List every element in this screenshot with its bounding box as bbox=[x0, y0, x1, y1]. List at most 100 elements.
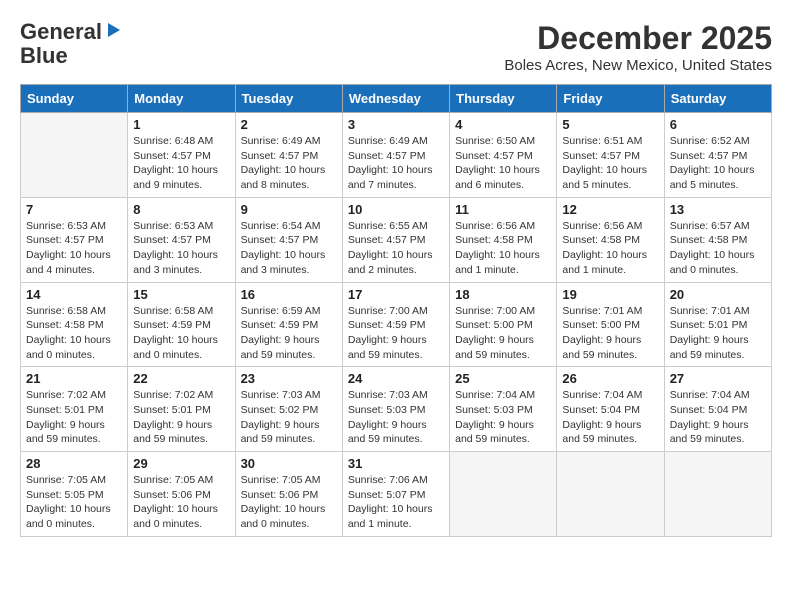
calendar-cell: 27 Sunrise: 7:04 AM Sunset: 5:04 PM Dayli… bbox=[664, 367, 771, 452]
calendar-week-5: 28 Sunrise: 7:05 AM Sunset: 5:05 PM Dayli… bbox=[21, 452, 772, 537]
calendar-header-thursday: Thursday bbox=[450, 85, 557, 113]
day-number: 4 bbox=[455, 117, 551, 132]
month-title: December 2025 bbox=[504, 20, 772, 57]
day-number: 19 bbox=[562, 287, 658, 302]
day-number: 2 bbox=[241, 117, 337, 132]
day-number: 30 bbox=[241, 456, 337, 471]
calendar-cell: 12 Sunrise: 6:56 AM Sunset: 4:58 PM Dayli… bbox=[557, 197, 664, 282]
calendar-header-monday: Monday bbox=[128, 85, 235, 113]
logo-blue: Blue bbox=[20, 43, 68, 68]
day-number: 16 bbox=[241, 287, 337, 302]
calendar-cell: 16 Sunrise: 6:59 AM Sunset: 4:59 PM Dayli… bbox=[235, 282, 342, 367]
day-number: 15 bbox=[133, 287, 229, 302]
calendar-week-2: 7 Sunrise: 6:53 AM Sunset: 4:57 PM Daylig… bbox=[21, 197, 772, 282]
day-detail: Sunrise: 6:54 AM Sunset: 4:57 PM Dayligh… bbox=[241, 219, 337, 278]
calendar-body: 1Sunrise: 6:48 AM Sunset: 4:57 PM Daylig… bbox=[21, 113, 772, 537]
day-number: 22 bbox=[133, 371, 229, 386]
calendar-cell: 26 Sunrise: 7:04 AM Sunset: 5:04 PM Dayli… bbox=[557, 367, 664, 452]
day-number: 26 bbox=[562, 371, 658, 386]
page-header: General Blue December 2025 Boles Acres, … bbox=[20, 20, 772, 74]
day-number: 14 bbox=[26, 287, 122, 302]
day-detail: Sunrise: 7:05 AM Sunset: 5:06 PM Dayligh… bbox=[133, 473, 229, 532]
day-detail: Sunrise: 6:56 AM Sunset: 4:58 PM Dayligh… bbox=[455, 219, 551, 278]
day-number: 7 bbox=[26, 202, 122, 217]
day-number: 20 bbox=[670, 287, 766, 302]
day-detail: Sunrise: 6:48 AM Sunset: 4:57 PM Dayligh… bbox=[133, 134, 229, 193]
day-number: 8 bbox=[133, 202, 229, 217]
day-number: 21 bbox=[26, 371, 122, 386]
day-number: 17 bbox=[348, 287, 444, 302]
logo-arrow-icon bbox=[104, 21, 122, 39]
calendar-cell: 13 Sunrise: 6:57 AM Sunset: 4:58 PM Dayli… bbox=[664, 197, 771, 282]
calendar-cell: 21Sunrise: 7:02 AM Sunset: 5:01 PM Dayli… bbox=[21, 367, 128, 452]
calendar-cell: 9Sunrise: 6:54 AM Sunset: 4:57 PM Daylig… bbox=[235, 197, 342, 282]
calendar-cell: 6Sunrise: 6:52 AM Sunset: 4:57 PM Daylig… bbox=[664, 113, 771, 198]
day-detail: Sunrise: 6:58 AM Sunset: 4:58 PM Dayligh… bbox=[26, 304, 122, 363]
calendar-cell: 31 Sunrise: 7:06 AM Sunset: 5:07 PM Dayli… bbox=[342, 452, 449, 537]
day-number: 29 bbox=[133, 456, 229, 471]
calendar-cell: 2 Sunrise: 6:49 AM Sunset: 4:57 PM Daylig… bbox=[235, 113, 342, 198]
day-detail: Sunrise: 7:04 AM Sunset: 5:04 PM Dayligh… bbox=[670, 388, 766, 447]
day-detail: Sunrise: 6:55 AM Sunset: 4:57 PM Dayligh… bbox=[348, 219, 444, 278]
day-detail: Sunrise: 6:53 AM Sunset: 4:57 PM Dayligh… bbox=[133, 219, 229, 278]
day-number: 10 bbox=[348, 202, 444, 217]
calendar-header-row: SundayMondayTuesdayWednesdayThursdayFrid… bbox=[21, 85, 772, 113]
calendar-cell: 4 Sunrise: 6:50 AM Sunset: 4:57 PM Daylig… bbox=[450, 113, 557, 198]
day-number: 12 bbox=[562, 202, 658, 217]
calendar-cell bbox=[557, 452, 664, 537]
calendar-cell: 10 Sunrise: 6:55 AM Sunset: 4:57 PM Dayli… bbox=[342, 197, 449, 282]
calendar-cell: 19Sunrise: 7:01 AM Sunset: 5:00 PM Dayli… bbox=[557, 282, 664, 367]
calendar-header-tuesday: Tuesday bbox=[235, 85, 342, 113]
day-detail: Sunrise: 7:00 AM Sunset: 4:59 PM Dayligh… bbox=[348, 304, 444, 363]
calendar-cell: 30 Sunrise: 7:05 AM Sunset: 5:06 PM Dayli… bbox=[235, 452, 342, 537]
calendar-cell: 17 Sunrise: 7:00 AM Sunset: 4:59 PM Dayli… bbox=[342, 282, 449, 367]
day-detail: Sunrise: 7:02 AM Sunset: 5:01 PM Dayligh… bbox=[133, 388, 229, 447]
day-detail: Sunrise: 7:04 AM Sunset: 5:04 PM Dayligh… bbox=[562, 388, 658, 447]
day-number: 5 bbox=[562, 117, 658, 132]
day-number: 11 bbox=[455, 202, 551, 217]
calendar-cell bbox=[450, 452, 557, 537]
calendar-cell: 7 Sunrise: 6:53 AM Sunset: 4:57 PM Daylig… bbox=[21, 197, 128, 282]
calendar-cell: 11 Sunrise: 6:56 AM Sunset: 4:58 PM Dayli… bbox=[450, 197, 557, 282]
day-number: 13 bbox=[670, 202, 766, 217]
calendar-table: SundayMondayTuesdayWednesdayThursdayFrid… bbox=[20, 84, 772, 537]
calendar-cell: 25Sunrise: 7:04 AM Sunset: 5:03 PM Dayli… bbox=[450, 367, 557, 452]
calendar-header-wednesday: Wednesday bbox=[342, 85, 449, 113]
calendar-week-4: 21 Sunrise: 7:02 AM Sunset: 5:01 PM Dayli… bbox=[21, 367, 772, 452]
day-detail: Sunrise: 6:58 AM Sunset: 4:59 PM Dayligh… bbox=[133, 304, 229, 363]
day-number: 27 bbox=[670, 371, 766, 386]
day-detail: Sunrise: 6:53 AM Sunset: 4:57 PM Dayligh… bbox=[26, 219, 122, 278]
day-detail: Sunrise: 7:05 AM Sunset: 5:05 PM Dayligh… bbox=[26, 473, 122, 532]
day-number: 24 bbox=[348, 371, 444, 386]
calendar-cell: 23Sunrise: 7:03 AM Sunset: 5:02 PM Dayli… bbox=[235, 367, 342, 452]
day-number: 28 bbox=[26, 456, 122, 471]
logo-general: General bbox=[20, 20, 102, 44]
day-detail: Sunrise: 6:57 AM Sunset: 4:58 PM Dayligh… bbox=[670, 219, 766, 278]
calendar-header-sunday: Sunday bbox=[21, 85, 128, 113]
day-detail: Sunrise: 7:06 AM Sunset: 5:07 PM Dayligh… bbox=[348, 473, 444, 532]
calendar-header-saturday: Saturday bbox=[664, 85, 771, 113]
day-detail: Sunrise: 6:59 AM Sunset: 4:59 PM Dayligh… bbox=[241, 304, 337, 363]
calendar-cell: 8 Sunrise: 6:53 AM Sunset: 4:57 PM Daylig… bbox=[128, 197, 235, 282]
calendar-cell: 24Sunrise: 7:03 AM Sunset: 5:03 PM Dayli… bbox=[342, 367, 449, 452]
calendar-cell bbox=[21, 113, 128, 198]
calendar-cell: 14 Sunrise: 6:58 AM Sunset: 4:58 PM Dayli… bbox=[21, 282, 128, 367]
calendar-cell: 20 Sunrise: 7:01 AM Sunset: 5:01 PM Dayli… bbox=[664, 282, 771, 367]
day-number: 31 bbox=[348, 456, 444, 471]
calendar-cell: 18Sunrise: 7:00 AM Sunset: 5:00 PM Dayli… bbox=[450, 282, 557, 367]
calendar-cell: 29 Sunrise: 7:05 AM Sunset: 5:06 PM Dayli… bbox=[128, 452, 235, 537]
day-detail: Sunrise: 7:04 AM Sunset: 5:03 PM Dayligh… bbox=[455, 388, 551, 447]
day-detail: Sunrise: 6:56 AM Sunset: 4:58 PM Dayligh… bbox=[562, 219, 658, 278]
calendar-cell: 5 Sunrise: 6:51 AM Sunset: 4:57 PM Daylig… bbox=[557, 113, 664, 198]
calendar-week-3: 14 Sunrise: 6:58 AM Sunset: 4:58 PM Dayli… bbox=[21, 282, 772, 367]
day-detail: Sunrise: 7:01 AM Sunset: 5:01 PM Dayligh… bbox=[670, 304, 766, 363]
calendar-cell: 28 Sunrise: 7:05 AM Sunset: 5:05 PM Dayli… bbox=[21, 452, 128, 537]
day-detail: Sunrise: 6:49 AM Sunset: 4:57 PM Dayligh… bbox=[241, 134, 337, 193]
day-detail: Sunrise: 6:51 AM Sunset: 4:57 PM Dayligh… bbox=[562, 134, 658, 193]
calendar-cell: 15 Sunrise: 6:58 AM Sunset: 4:59 PM Dayli… bbox=[128, 282, 235, 367]
calendar-header-friday: Friday bbox=[557, 85, 664, 113]
day-detail: Sunrise: 7:05 AM Sunset: 5:06 PM Dayligh… bbox=[241, 473, 337, 532]
calendar-week-1: 1Sunrise: 6:48 AM Sunset: 4:57 PM Daylig… bbox=[21, 113, 772, 198]
day-number: 6 bbox=[670, 117, 766, 132]
day-detail: Sunrise: 6:50 AM Sunset: 4:57 PM Dayligh… bbox=[455, 134, 551, 193]
